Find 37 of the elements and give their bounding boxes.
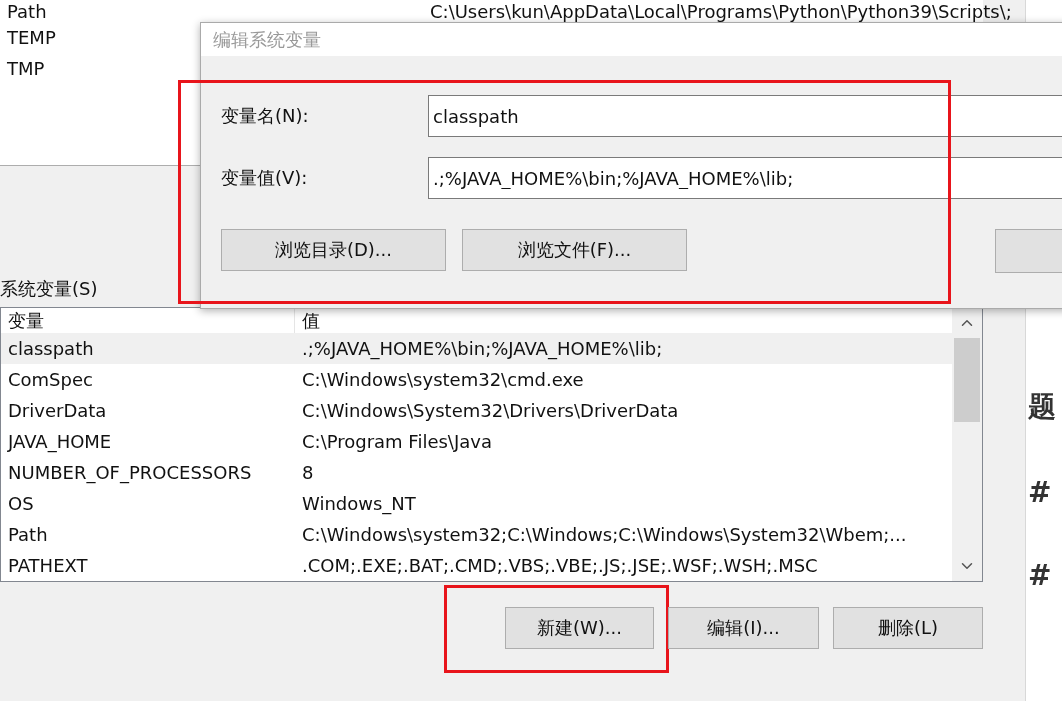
action-button[interactable]: 新建(W)...: [505, 607, 654, 649]
variable-value: 8: [301, 462, 314, 483]
page-text: 题: [1028, 389, 1057, 425]
field-label: 变量名(N):: [221, 104, 310, 128]
variable-name: Path: [7, 524, 49, 545]
variable-value: .COM;.EXE;.BAT;.CMD;.VBS;.VBE;.JS;.JSE;.WSF;.WSH;.MSC: [301, 555, 818, 576]
variable-value: C:\Program Files\Java: [301, 431, 492, 452]
variable-value: C:\Windows\system32;C:\Windows;C:\Windows\System32\Wbem;...: [301, 524, 907, 545]
variable-value: C:\Windows\system32\cmd.exe: [301, 369, 584, 390]
table-row[interactable]: classpath .;%JAVA_HOME%\bin;%JAVA_HOME%\lib;: [1, 333, 952, 364]
variable-value: Windows_NT: [301, 493, 416, 514]
scrollbar[interactable]: [952, 308, 982, 581]
input-field[interactable]: classpath: [428, 95, 1062, 137]
field-label: 变量值(V):: [221, 166, 309, 190]
page-text: #: [1028, 476, 1053, 509]
variable-value: C:\Users\kun\AppData\Local\Programs\Python\Python39\Scripts\;: [430, 0, 1012, 22]
dialog-title: 编辑系统变量: [201, 23, 1062, 56]
variable-name: OS: [7, 493, 35, 514]
variable-name: TMP: [6, 58, 45, 79]
browse-button[interactable]: 浏览文件(F)...: [462, 229, 687, 271]
variable-value: .;%JAVA_HOME%\bin;%JAVA_HOME%\lib;: [301, 338, 663, 359]
variable-name: classpath: [7, 338, 95, 359]
variable-name: TEMP: [6, 27, 56, 48]
variable-name: ComSpec: [7, 369, 94, 390]
variable-name: JAVA_HOME: [6, 431, 113, 452]
group-label: 系统变量(S): [0, 277, 98, 301]
variable-name: DriverData: [7, 400, 108, 421]
action-button[interactable]: 编辑(I)...: [668, 607, 819, 649]
browse-button[interactable]: 浏览目录(D)...: [221, 229, 446, 271]
action-button[interactable]: 删除(L): [833, 607, 983, 649]
variable-value: C:\Windows\System32\Drivers\DriverData: [301, 400, 679, 421]
variable-name: Path: [6, 0, 47, 22]
variable-name: PATHEXT: [7, 555, 89, 576]
variable-name: NUMBER_OF_PROCESSORS: [7, 462, 253, 483]
input-field[interactable]: .;%JAVA_HOME%\bin;%JAVA_HOME%\lib;: [428, 157, 1062, 199]
column-header[interactable]: 值: [295, 308, 320, 333]
page-text: #: [1028, 559, 1053, 592]
